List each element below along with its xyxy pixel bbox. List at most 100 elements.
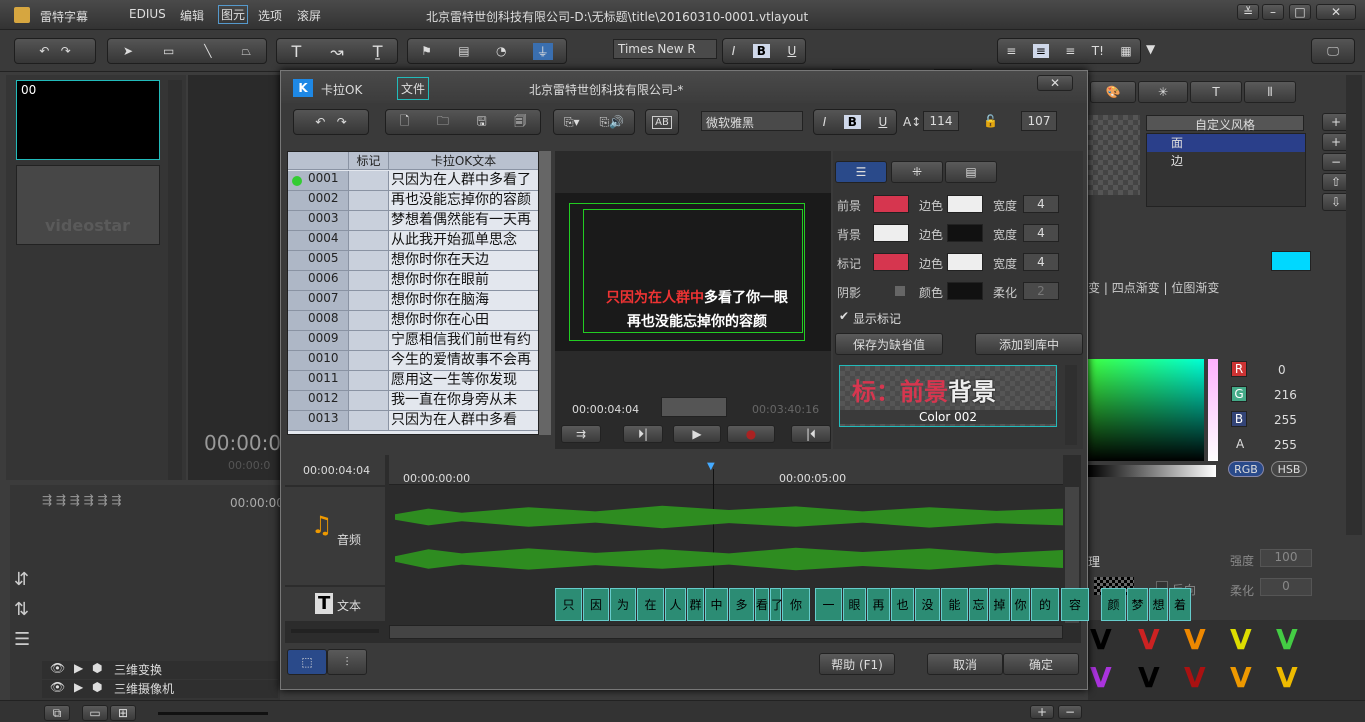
tab-text[interactable]: T	[1190, 81, 1242, 103]
menu-edit[interactable]: 编辑	[180, 7, 204, 24]
style-dropdown[interactable]: 自定义风格	[1146, 115, 1304, 132]
layer-row[interactable]: 👁 ▶ ⬢ 三维摄像机	[42, 680, 278, 698]
save-icon[interactable]: 🖫	[476, 112, 486, 133]
alpha-bar[interactable]	[1088, 465, 1216, 477]
text-segment[interactable]: 眼	[843, 588, 866, 621]
style-v-orange[interactable]: V	[1184, 623, 1206, 656]
italic-icon[interactable]: I	[732, 44, 736, 58]
table-row[interactable]: 0005 想你时你在天边	[288, 251, 538, 271]
record-button[interactable]: ●	[727, 425, 775, 443]
hsb-button[interactable]: HSB	[1271, 461, 1307, 477]
strength-input[interactable]: 100	[1260, 549, 1312, 567]
table-row[interactable]: 0002 再也没能忘掉你的容颜	[288, 191, 538, 211]
sample-scrollbar[interactable]	[1065, 365, 1077, 445]
align-left-icon[interactable]: ≡	[1006, 44, 1016, 58]
row-text[interactable]: 想你时你在天边	[388, 251, 538, 271]
props-tab-effects[interactable]: ⁜	[891, 161, 943, 183]
bold-icon[interactable]: B	[752, 44, 770, 58]
text-segment[interactable]: 梦	[1127, 588, 1148, 621]
expand-icon[interactable]: ▶	[74, 661, 83, 675]
tab-palette[interactable]: 🎨	[1090, 81, 1136, 103]
expand-icon[interactable]: ▶	[74, 680, 83, 694]
mark-width-input[interactable]: 4	[1023, 253, 1059, 271]
view-mode-1-button[interactable]: ⬚	[287, 649, 327, 675]
text-segment[interactable]: 多	[729, 588, 754, 621]
b-value[interactable]: 255	[1274, 413, 1297, 427]
text-fit-icon[interactable]: T!	[1092, 44, 1104, 58]
bold-icon[interactable]: B	[843, 115, 861, 129]
text-segment[interactable]: 你	[1011, 588, 1030, 621]
eye-icon[interactable]: 👁	[50, 680, 65, 694]
color-picker[interactable]	[1088, 359, 1204, 461]
import-icon[interactable]: ⎘▾	[564, 115, 580, 130]
ok-button[interactable]: 确定	[1003, 653, 1079, 675]
style-v-darkred[interactable]: V	[1184, 661, 1206, 694]
text-icon[interactable]: T	[292, 42, 302, 61]
ab-button[interactable]: AB	[645, 109, 679, 135]
status-btn-3[interactable]: ⊞	[110, 705, 136, 721]
lock-icon[interactable]: 🔓	[983, 114, 998, 128]
menu-scroll[interactable]: 滚屏	[297, 7, 321, 24]
props-tab-list[interactable]: ▤	[945, 161, 997, 183]
help-button[interactable]: 帮助 (F1)	[819, 653, 895, 675]
table-row[interactable]: 0010 今生的爱情故事不会再	[288, 351, 538, 371]
table-scrollbar[interactable]	[539, 151, 551, 435]
text-segment[interactable]: 中	[705, 588, 728, 621]
text-segment[interactable]: 了	[770, 588, 783, 621]
soft-input[interactable]: 2	[1023, 282, 1059, 300]
style-v-amber[interactable]: V	[1230, 661, 1252, 694]
underline-icon[interactable]: U	[787, 44, 796, 58]
show-mark-check[interactable]: ✔	[839, 309, 849, 323]
g-value[interactable]: 216	[1274, 388, 1297, 402]
text-segment[interactable]: 没	[915, 588, 940, 621]
saveas-icon[interactable]: 🗐	[514, 112, 526, 133]
right-scrollbar[interactable]	[1346, 75, 1362, 535]
collapse-icon[interactable]: ≚	[1237, 4, 1259, 20]
rect-icon[interactable]: ▭	[163, 44, 174, 58]
dialog-size-input[interactable]: 114	[923, 111, 959, 131]
maximize-button[interactable]: □	[1289, 4, 1311, 20]
open-icon[interactable]: 🗀	[437, 112, 449, 133]
close-button[interactable]: ✕	[1316, 4, 1356, 20]
text-segment[interactable]: 一	[815, 588, 842, 621]
menu-element[interactable]: 图元	[218, 5, 249, 24]
grad-tab-3[interactable]: 位图渐变	[1171, 281, 1219, 295]
grid-text-icon[interactable]: ▦	[1120, 44, 1131, 58]
right-remove-button[interactable]: −	[1058, 705, 1082, 719]
hue-bar[interactable]	[1208, 359, 1218, 461]
path-text-icon[interactable]: ↝	[330, 42, 343, 61]
row-text[interactable]: 今生的爱情故事不会再	[388, 351, 538, 371]
r-value[interactable]: 0	[1278, 363, 1286, 377]
layer-row[interactable]: 👁 ▶ ⬢ 三维变换	[42, 661, 278, 679]
row-text[interactable]: 宁愿相信我们前世有约	[388, 331, 538, 351]
dialog-undo-button[interactable]: ↶ ↷	[293, 109, 369, 135]
props-tab-settings[interactable]: ☰	[835, 161, 887, 183]
grad-tab-2[interactable]: 四点渐变	[1112, 281, 1160, 295]
left-scrollbar[interactable]	[168, 80, 182, 480]
row-text[interactable]: 我一直在你身旁从未	[388, 391, 538, 411]
style-v-white[interactable]: V	[1090, 623, 1112, 656]
zoom-track[interactable]	[158, 712, 268, 715]
loop-button[interactable]: ⇉	[561, 425, 601, 443]
style-item-face[interactable]: 面	[1147, 134, 1305, 152]
view-mode-2-button[interactable]: ⫶	[327, 649, 367, 675]
table-row[interactable]: 0004 从此我开始孤单思念	[288, 231, 538, 251]
row-text[interactable]: 梦想着偶然能有一天再	[388, 211, 538, 231]
text-frame-icon[interactable]: Ṯ	[373, 42, 383, 61]
table-row[interactable]: 0001 只因为在人群中多看了	[288, 171, 538, 191]
eye-icon[interactable]: 👁	[50, 661, 65, 675]
text-segment[interactable]: 忘	[969, 588, 988, 621]
table-row[interactable]: 0013 只因为在人群中多看	[288, 411, 538, 431]
polygon-icon[interactable]: ⏢	[241, 44, 251, 59]
text-segment[interactable]: 群	[687, 588, 704, 621]
fg-width-input[interactable]: 4	[1023, 195, 1059, 213]
layout-thumb[interactable]: videostar	[16, 165, 160, 245]
dropdown-icon[interactable]: ▼	[1146, 42, 1155, 56]
text-segment[interactable]: 人	[665, 588, 686, 621]
text-segment[interactable]: 掉	[989, 588, 1010, 621]
tab-light[interactable]: ✳	[1138, 81, 1188, 103]
table-row[interactable]: 0012 我一直在你身旁从未	[288, 391, 538, 411]
a-value[interactable]: 255	[1274, 438, 1297, 452]
mark-edge-color[interactable]	[947, 253, 983, 271]
accent-swatch[interactable]	[1271, 251, 1311, 271]
